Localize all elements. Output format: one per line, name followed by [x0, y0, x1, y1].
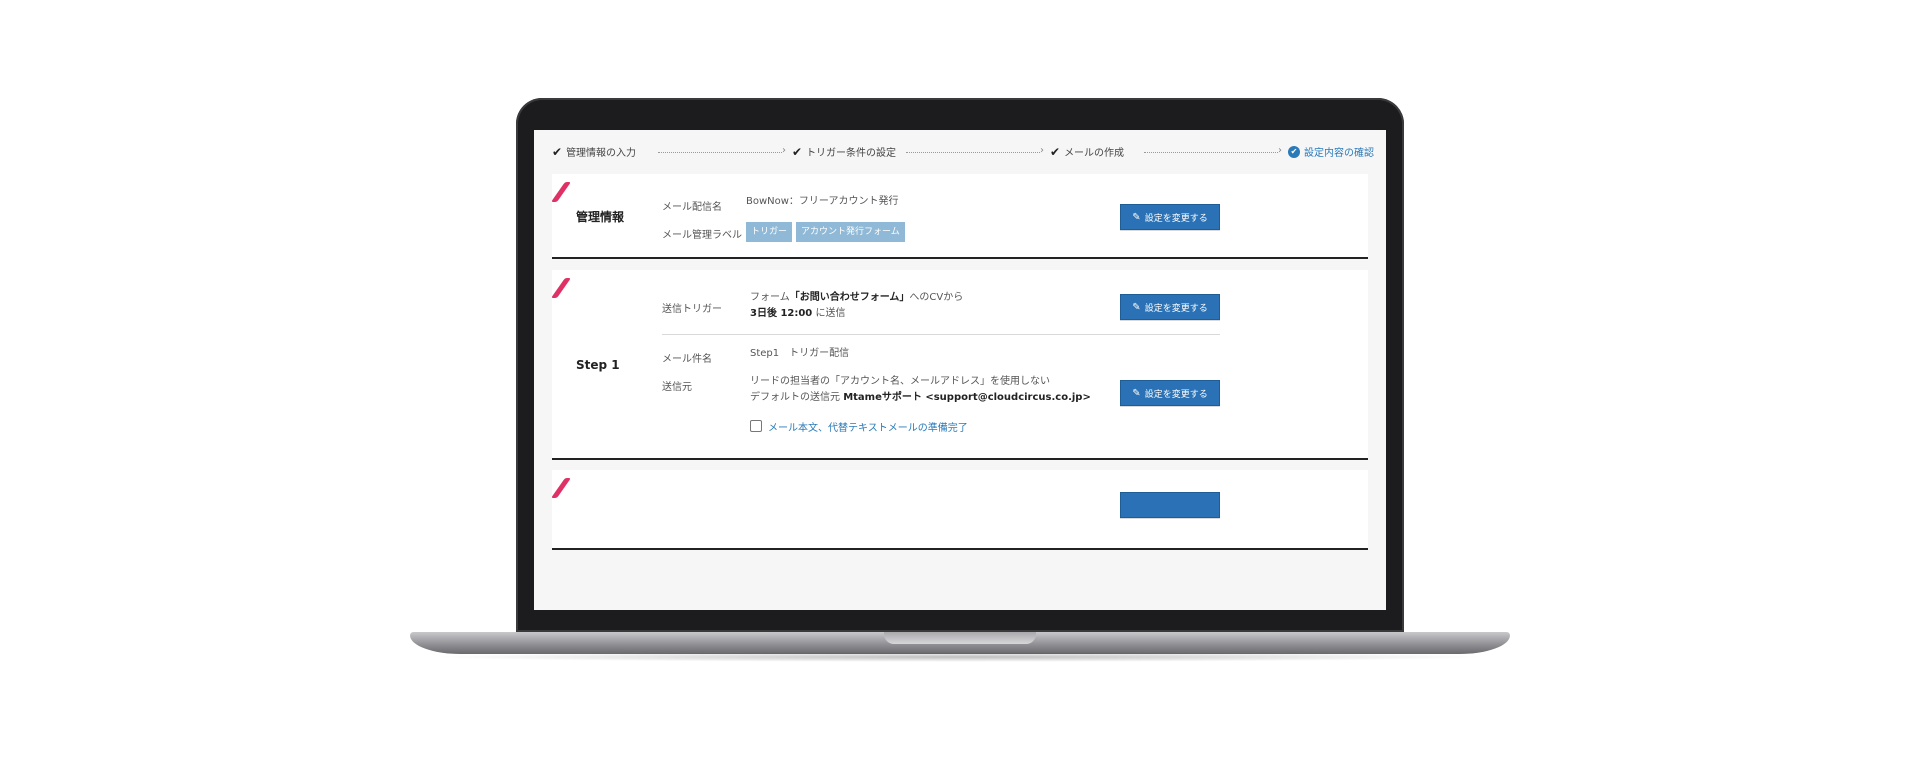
step-label: メールの作成 [1064, 148, 1125, 159]
sender-value: リードの担当者の「アカウント名、メールアドレス」を使用しない デフォルトの送信元… [750, 374, 1091, 406]
step-label: 管理情報の入力 [566, 148, 637, 159]
step-connector [1144, 145, 1282, 156]
sender-prefix: デフォルトの送信元 [750, 392, 840, 403]
sender-label: 送信元 [662, 382, 692, 393]
step-confirm-settings: ✔ 設定内容の確認 [1288, 144, 1374, 159]
send-trigger-label: 送信トリガー [662, 304, 722, 315]
sender-change-button[interactable]: ✎ 設定を変更する [1120, 380, 1220, 406]
trigger-change-button[interactable]: ✎ 設定を変更する [1120, 294, 1220, 320]
mail-name-value: BowNow：フリーアカウント発行 [746, 196, 899, 207]
card-accent-stripe [550, 182, 572, 202]
step-mail-creation: ✔ メールの作成 [1050, 144, 1125, 160]
management-info-card: 管理情報 メール配信名 BowNow：フリーアカウント発行 メール管理ラベル ト… [550, 174, 1368, 259]
check-circle-icon: ✔ [1288, 145, 1300, 158]
sender-address: Mtameサポート <support@cloudcircus.co.jp> [843, 392, 1091, 403]
send-trigger-value: フォーム「お問い合わせフォーム」へのCVから 3日後 12:00 に送信 [750, 290, 963, 322]
step-connector [906, 145, 1044, 156]
mail-name-label: メール配信名 [662, 202, 722, 213]
card-title: 管理情報 [576, 210, 625, 224]
edit-icon: ✎ [1132, 301, 1141, 313]
management-change-button[interactable]: ✎ 設定を変更する [1120, 204, 1220, 230]
check-icon: ✔ [1050, 144, 1061, 159]
section-divider [662, 334, 1220, 335]
trigger-prefix: フォーム [750, 292, 790, 303]
laptop-notch [884, 632, 1036, 644]
step2-card [550, 470, 1368, 550]
step1-card: Step 1 送信トリガー フォーム「お問い合わせフォーム」へのCVから 3日後… [550, 270, 1368, 460]
trigger-suffix: へのCVから [909, 292, 964, 303]
step-management-info: ✔ 管理情報の入力 [552, 144, 637, 160]
trigger-form-name: 「お問い合わせフォーム」 [789, 292, 910, 303]
step-trigger-settings: ✔ トリガー条件の設定 [792, 144, 897, 160]
edit-icon: ✎ [1132, 387, 1141, 399]
check-icon: ✔ [792, 144, 803, 159]
laptop-shadow [430, 652, 1490, 662]
card-accent-stripe [550, 478, 572, 498]
ready-checkbox[interactable] [750, 420, 762, 432]
ready-checkbox-label[interactable]: メール本文、代替テキストメールの準備完了 [768, 419, 968, 434]
check-icon: ✔ [552, 144, 563, 159]
step-connector [658, 145, 786, 156]
mail-subject-value: Step1 トリガー配信 [750, 348, 850, 359]
sender-line1: リードの担当者の「アカウント名、メールアドレス」を使用しない [750, 376, 1050, 387]
progress-stepper: ✔ 管理情報の入力 ✔ トリガー条件の設定 ✔ メールの作成 ✔ 設定内容の確認 [552, 144, 1374, 160]
tag-trigger: トリガー [746, 222, 793, 242]
button-label: 設定を変更する [1144, 303, 1208, 314]
edit-icon: ✎ [1132, 211, 1141, 223]
mail-label-label: メール管理ラベル [662, 230, 742, 241]
step2-change-button[interactable] [1120, 492, 1220, 518]
card-accent-stripe [550, 278, 572, 298]
step-label: 設定内容の確認 [1304, 148, 1374, 159]
button-label: 設定を変更する [1144, 213, 1208, 224]
tag-account-form: アカウント発行フォーム [796, 222, 905, 242]
card-title: Step 1 [576, 358, 620, 372]
mail-label-tags: トリガー アカウント発行フォーム [746, 222, 909, 242]
trigger-timing: 3日後 12:00 [750, 308, 813, 319]
button-label: 設定を変更する [1144, 389, 1208, 400]
step-label: トリガー条件の設定 [806, 148, 897, 159]
mail-subject-label: メール件名 [662, 354, 712, 365]
laptop-screen: ✔ 管理情報の入力 ✔ トリガー条件の設定 ✔ メールの作成 ✔ 設定内容の確認… [534, 130, 1386, 610]
trigger-timing-suffix: に送信 [815, 308, 846, 319]
